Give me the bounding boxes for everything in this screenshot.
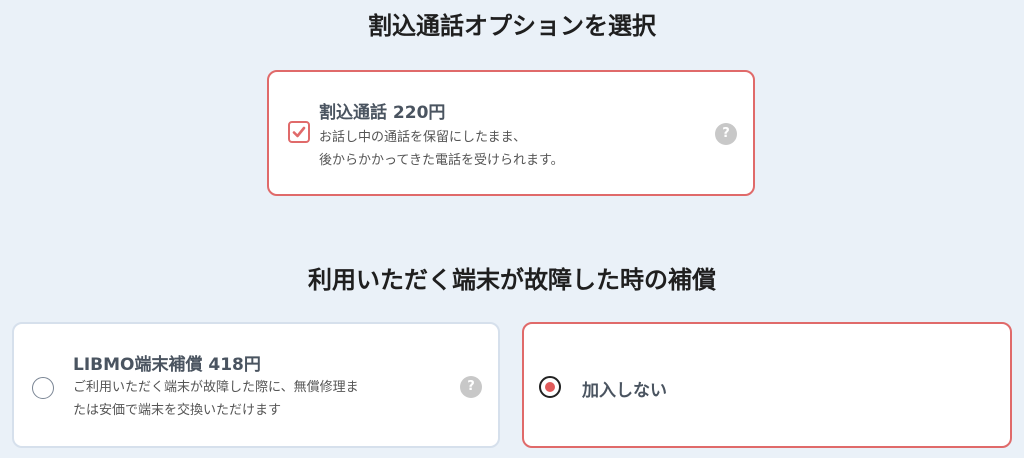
call-waiting-title: 割込通話 220円 bbox=[319, 103, 446, 123]
checkmark-icon bbox=[292, 126, 306, 138]
libmo-protection-option-card[interactable]: LIBMO端末補償 418円 ご利用いただく端末が故障した際に、無償修理ま たは… bbox=[12, 322, 500, 448]
device-protection-heading: 利用いただく端末が故障した時の補償 bbox=[308, 266, 716, 294]
call-waiting-checkbox[interactable] bbox=[288, 121, 310, 143]
call-option-heading: 割込通話オプションを選択 bbox=[368, 12, 656, 40]
libmo-desc-line1: ご利用いただく端末が故障した際に、無償修理ま bbox=[73, 380, 359, 395]
help-icon[interactable]: ? bbox=[460, 376, 482, 398]
call-waiting-option-card[interactable]: 割込通話 220円 お話し中の通話を保留にしたまま、 後からかかってきた電話を受… bbox=[267, 70, 755, 196]
libmo-protection-description: ご利用いただく端末が故障した際に、無償修理ま たは安価で端末を交換いただけます bbox=[73, 376, 423, 422]
call-waiting-description: お話し中の通話を保留にしたまま、 後からかかってきた電話を受けられます。 bbox=[319, 126, 709, 172]
call-waiting-desc-line2: 後からかかってきた電話を受けられます。 bbox=[319, 153, 564, 168]
libmo-desc-line2: たは安価で端末を交換いただけます bbox=[73, 403, 282, 418]
call-waiting-desc-line1: お話し中の通話を保留にしたまま、 bbox=[319, 130, 527, 145]
help-icon[interactable]: ? bbox=[715, 123, 737, 145]
libmo-protection-radio[interactable] bbox=[32, 377, 54, 399]
no-protection-radio[interactable] bbox=[539, 376, 561, 398]
no-protection-option-card[interactable]: 加入しない bbox=[522, 322, 1012, 448]
libmo-protection-title: LIBMO端末補償 418円 bbox=[73, 355, 261, 375]
radio-selected-dot bbox=[545, 382, 555, 392]
no-protection-label: 加入しない bbox=[582, 381, 667, 401]
